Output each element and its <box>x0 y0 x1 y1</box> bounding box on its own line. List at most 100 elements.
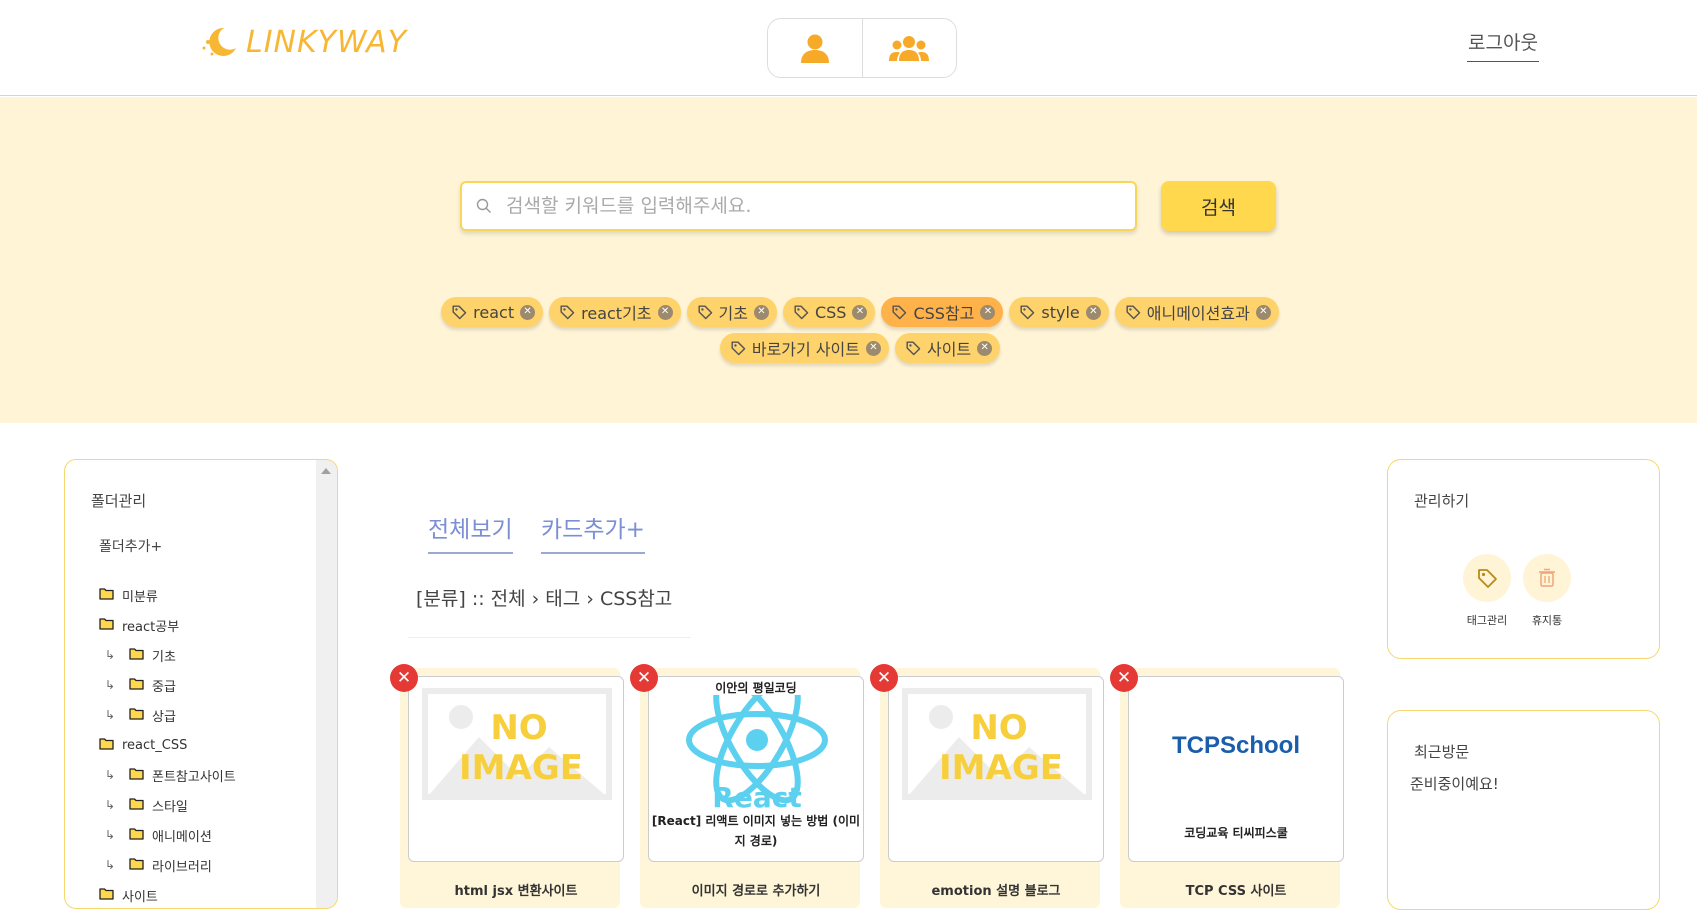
tag-label: 애니메이션효과 <box>1146 304 1250 323</box>
tab-add-card[interactable]: 카드추가+ <box>541 510 645 554</box>
tag-manage-button[interactable] <box>1463 554 1511 602</box>
search-section: 검색 react✕react기초✕기초✕CSS✕CSS참고✕style✕애니메이… <box>0 97 1697 423</box>
folder-item[interactable]: ↳ 폰트참고사이트 <box>99 760 236 790</box>
remove-tag-button[interactable]: ✕ <box>977 340 993 356</box>
tag-label: react <box>473 302 515 322</box>
tag-chip[interactable]: 기초 ✕ <box>686 297 777 327</box>
logo-text: LINKYWAY <box>246 24 408 60</box>
tag-list: react ✕ react기초 ✕ 기초 ✕ CSS ✕ CSS참고 ✕ style ✕ 애니메이션효과… <box>360 297 1360 363</box>
tag-chip[interactable]: react기초 ✕ <box>549 297 681 327</box>
folder-label: 상급 <box>152 709 176 725</box>
folder-item[interactable]: ↳ 중급 <box>99 670 236 700</box>
folder-label: 애니메이션 <box>152 829 212 845</box>
tag-chip[interactable]: CSS ✕ <box>782 297 876 327</box>
card-title: 이미지 경로로 추가하기 <box>691 884 821 899</box>
delete-card-button[interactable]: ✕ <box>630 664 658 692</box>
no-image-text-line1: NO <box>970 708 1027 748</box>
link-card[interactable]: 이안의 평일코딩 React [React] 리액트 이미지 넣는 방법 (이미… <box>630 664 864 908</box>
link-card[interactable]: TCPSchool 코딩교육 티씨피스쿨 ✕ TCP CSS 사이트 <box>1110 664 1344 908</box>
folder-label: 스타일 <box>152 799 188 815</box>
view-mode-toggle <box>767 18 957 78</box>
tab-view-all[interactable]: 전체보기 <box>428 510 513 554</box>
trash-button[interactable] <box>1523 554 1571 602</box>
trash-icon <box>1539 568 1555 587</box>
remove-tag-button[interactable]: ✕ <box>520 304 536 320</box>
tag-icon <box>697 305 712 320</box>
tag-chip[interactable]: CSS참고 ✕ <box>881 297 1004 327</box>
add-folder-button[interactable]: 폴더추가+ <box>99 536 162 556</box>
folder-icon <box>129 647 144 660</box>
tag-icon <box>906 341 921 356</box>
no-image-text-line2: IMAGE <box>459 748 583 788</box>
person-icon <box>800 34 829 63</box>
folder-item[interactable]: ↳ 스타일 <box>99 790 236 820</box>
remove-tag-button[interactable]: ✕ <box>852 304 868 320</box>
tag-icon <box>452 305 467 320</box>
tag-chip[interactable]: style ✕ <box>1009 297 1109 327</box>
tag-icon <box>892 305 907 320</box>
folder-panel: 폴더관리 폴더추가+ 미분류 react공부 ↳ 기초 ↳ 중급 ↳ 상급 react_CSS ↳… <box>64 459 338 909</box>
link-card[interactable]: NO IMAGE ✕ html jsx 변환사이트 <box>390 664 624 908</box>
remove-tag-button[interactable]: ✕ <box>1255 304 1271 320</box>
folder-item[interactable]: react공부 <box>99 610 236 640</box>
tag-label: style <box>1041 302 1080 322</box>
folder-label: 중급 <box>152 679 176 695</box>
folder-item[interactable]: ↳ 애니메이션 <box>99 820 236 850</box>
thumbnail-caption: 코딩교육 티씨피스쿨 <box>1184 826 1288 840</box>
recent-visits-panel: 최근방문 준비중이예요! <box>1387 710 1660 910</box>
folder-item[interactable]: react_CSS <box>99 730 236 760</box>
tag-chip[interactable]: 바로가기 사이트 ✕ <box>719 333 889 363</box>
remove-tag-button[interactable]: ✕ <box>865 340 881 356</box>
tag-chip[interactable]: react ✕ <box>441 297 544 327</box>
tag-label: 바로가기 사이트 <box>751 340 860 359</box>
folder-item[interactable]: 미분류 <box>99 580 236 610</box>
no-image-placeholder: NO IMAGE <box>422 688 612 800</box>
group-mode-button[interactable] <box>861 19 957 77</box>
child-arrow-icon: ↳ <box>105 798 116 812</box>
folder-label: react_CSS <box>122 737 188 753</box>
card-title: emotion 설명 블로그 <box>931 884 1061 899</box>
remove-tag-button[interactable]: ✕ <box>753 304 769 320</box>
thumbnail-heading: 이안의 평일코딩 <box>715 681 797 695</box>
tag-icon <box>794 305 809 320</box>
card-title: html jsx 변환사이트 <box>454 884 578 899</box>
search-input[interactable] <box>506 195 1106 217</box>
search-button[interactable]: 검색 <box>1161 181 1276 231</box>
folder-list: 미분류 react공부 ↳ 기초 ↳ 중급 ↳ 상급 react_CSS ↳ 폰트참고사이트 ↳ 스타일… <box>99 580 236 908</box>
folder-item[interactable]: ↳ 기초 <box>99 640 236 670</box>
tag-chip[interactable]: 애니메이션효과 ✕ <box>1114 297 1279 327</box>
child-arrow-icon: ↳ <box>105 678 116 692</box>
tag-label: CSS <box>814 302 847 322</box>
breadcrumb: [분류] :: 전체 › 태그 › CSS참고 <box>416 588 673 610</box>
delete-card-button[interactable]: ✕ <box>1110 664 1138 692</box>
tag-icon <box>1020 305 1035 320</box>
folder-label: 사이트 <box>122 889 158 905</box>
folder-panel-title: 폴더관리 <box>91 492 147 510</box>
recent-panel-message: 준비중이예요! <box>1410 775 1499 793</box>
folder-scrollbar[interactable] <box>316 460 337 908</box>
logo[interactable]: LINKYWAY <box>200 24 407 60</box>
manage-panel: 관리하기 태그관리 휴지통 <box>1387 459 1660 659</box>
logout-button[interactable]: 로그아웃 <box>1467 28 1539 62</box>
recent-panel-title: 최근방문 <box>1414 743 1470 761</box>
remove-tag-button[interactable]: ✕ <box>657 304 673 320</box>
folder-label: 미분류 <box>122 589 158 605</box>
link-card[interactable]: NO IMAGE ✕ emotion 설명 블로그 <box>870 664 1104 908</box>
no-image-text-line1: NO <box>490 708 547 748</box>
react-logo-icon: React <box>686 695 828 814</box>
thumbnail-caption: [React] 리액트 이미지 넣는 방법 (이미지 경로) <box>651 814 861 848</box>
remove-tag-button[interactable]: ✕ <box>980 304 996 320</box>
delete-card-button[interactable]: ✕ <box>390 664 418 692</box>
react-logo-text: React <box>712 781 801 814</box>
folder-item[interactable]: ↳ 라이브러리 <box>99 850 236 880</box>
scroll-up-arrow-icon[interactable] <box>321 468 331 474</box>
card-thumbnail: NO IMAGE <box>888 676 1104 862</box>
search-icon <box>476 198 491 213</box>
tag-chip[interactable]: 사이트 ✕ <box>894 333 1001 363</box>
folder-icon <box>129 827 144 840</box>
personal-mode-button[interactable] <box>768 19 862 77</box>
logo-moon-icon <box>202 27 236 56</box>
remove-tag-button[interactable]: ✕ <box>1085 304 1101 320</box>
delete-card-button[interactable]: ✕ <box>870 664 898 692</box>
folder-item[interactable]: ↳ 상급 <box>99 700 236 730</box>
